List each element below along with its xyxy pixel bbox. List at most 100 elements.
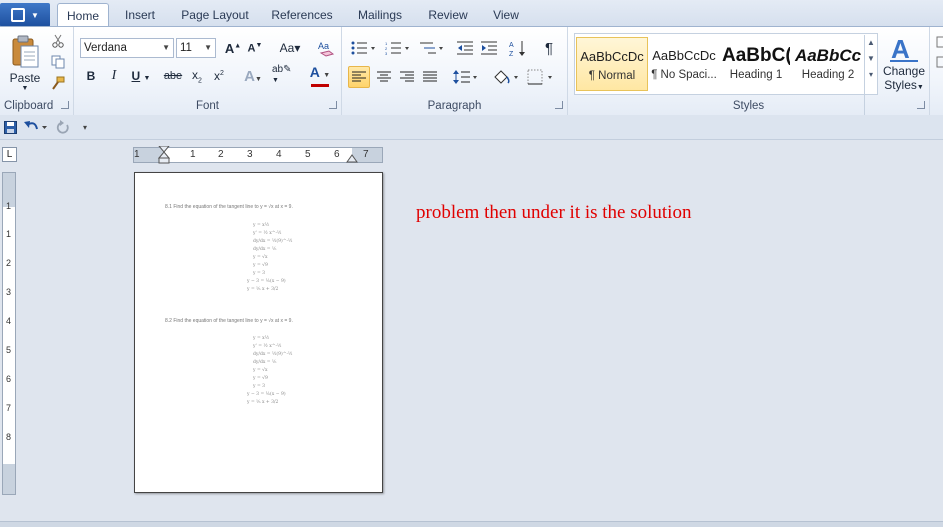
change-case-button[interactable]: Aa▾ (276, 39, 304, 57)
tab-page-layout[interactable]: Page Layout (176, 5, 254, 26)
solution-line: y' = ½ x^-½ (253, 344, 282, 349)
status-bar (0, 521, 943, 527)
format-painter-button[interactable] (50, 75, 66, 91)
tab-insert[interactable]: Insert (116, 5, 164, 26)
italic-button[interactable]: I (105, 67, 123, 85)
more-styles-icon[interactable]: ▾ (865, 67, 877, 83)
text-effects-icon: A▼ (244, 67, 262, 85)
change-styles-label-2: Styles▼ (884, 78, 924, 92)
align-left-icon (352, 71, 366, 82)
dialog-launcher-icon[interactable] (329, 101, 337, 109)
document-page[interactable]: 8.1 Find the equation of the tangent lin… (134, 172, 383, 493)
style-heading-1[interactable]: AaBbC( Heading 1 (720, 37, 792, 91)
strikethrough-button[interactable]: abe (162, 67, 184, 85)
ruler-number: 7 (6, 403, 12, 413)
style-heading-2-name: Heading 2 (801, 69, 855, 81)
style-heading-2[interactable]: AaBbCc Heading 2 (792, 37, 864, 91)
multilevel-list-button[interactable] (418, 39, 446, 57)
paste-button[interactable]: Paste ▼ (6, 31, 44, 95)
font-color-button[interactable]: A ▼ (306, 65, 334, 87)
chevron-down-icon[interactable]: ▼ (865, 51, 877, 67)
tab-view[interactable]: View (486, 5, 526, 26)
ribbon: Paste ▼ Clipboard Verdana ▼ 11 ▼ A▲ A▼ A… (0, 26, 943, 116)
dialog-launcher-icon[interactable] (555, 101, 563, 109)
decrease-indent-button[interactable] (456, 39, 474, 57)
clipboard-group: Paste ▼ Clipboard (0, 27, 74, 115)
sort-icon: AZ (509, 41, 525, 57)
borders-button[interactable] (526, 67, 556, 87)
align-center-button[interactable] (374, 67, 394, 87)
tab-review[interactable]: Review (422, 5, 474, 26)
ruler-number: 3 (6, 287, 12, 297)
solution-line: y = √x (253, 255, 268, 260)
solution-line: dy/dx = ½(9)^-½ (253, 239, 293, 244)
chevron-down-icon: ▼ (162, 43, 170, 52)
office-button[interactable]: ▼ (0, 3, 50, 27)
tab-references[interactable]: References (266, 5, 338, 26)
shrink-font-button[interactable]: A▼ (246, 39, 264, 57)
font-size-combo[interactable]: 11 ▼ (176, 38, 216, 58)
font-name-combo[interactable]: Verdana ▼ (80, 38, 174, 58)
highlighter-icon: ab✎ ▼ (272, 63, 292, 84)
paintbrush-icon (52, 76, 65, 90)
font-name-value: Verdana (84, 42, 127, 54)
tab-home[interactable]: Home (57, 3, 109, 27)
style-no-spacing[interactable]: AaBbCcDc ¶ No Spaci... (648, 37, 720, 91)
chevron-up-icon[interactable]: ▲ (865, 35, 877, 51)
bullets-button[interactable] (350, 39, 378, 57)
underline-button[interactable]: U ▼ (128, 67, 154, 85)
highlight-button[interactable]: ab✎ ▼ (272, 63, 300, 87)
indent-marker-icon[interactable] (158, 146, 170, 164)
svg-text:Aa: Aa (318, 41, 329, 51)
change-styles-button[interactable]: A Change Styles▼ (882, 31, 926, 95)
customize-qat-button[interactable]: ▾ (78, 119, 92, 135)
font-size-value: 11 (180, 42, 192, 54)
style-normal-sample: AaBbCcDc (580, 49, 644, 64)
tab-mailings[interactable]: Mailings (350, 5, 410, 26)
ruler-number: 6 (6, 374, 12, 384)
solution-line: y − 3 = ⅙(x − 9) (247, 392, 286, 397)
numbering-button[interactable]: 123 (384, 39, 412, 57)
style-no-spacing-sample: AaBbCcDc (652, 48, 716, 63)
subscript-button[interactable]: x2 (188, 67, 206, 85)
solution-line: dy/dx = ½(9)^-½ (253, 352, 293, 357)
increase-indent-button[interactable] (480, 39, 498, 57)
problem-2-text: 8.2 Find the equation of the tangent lin… (165, 318, 293, 324)
decrease-indent-icon (457, 41, 473, 55)
line-spacing-button[interactable] (452, 67, 480, 87)
bold-button[interactable]: B (82, 67, 100, 85)
grow-font-button[interactable]: A▲ (224, 39, 242, 57)
solution-line: y = ⅙ x + 3/2 (247, 400, 279, 405)
align-left-button[interactable] (348, 66, 370, 88)
superscript-button[interactable]: x2 (210, 67, 228, 85)
style-normal[interactable]: AaBbCcDc ¶ Normal (576, 37, 648, 91)
dialog-launcher-icon[interactable] (61, 101, 69, 109)
redo-button[interactable] (55, 119, 71, 135)
cut-button[interactable] (50, 33, 66, 49)
justify-icon (423, 71, 437, 82)
align-right-button[interactable] (397, 67, 417, 87)
svg-text:A: A (891, 34, 910, 64)
copy-button[interactable] (50, 54, 66, 70)
shading-button[interactable] (492, 67, 522, 87)
ruler-number: 5 (6, 345, 12, 355)
tab-selector[interactable]: L (2, 147, 17, 162)
right-indent-marker-icon[interactable] (346, 152, 358, 164)
text-effects-button[interactable]: A▼ (240, 67, 266, 85)
sort-button[interactable]: AZ (508, 38, 528, 58)
dialog-launcher-icon[interactable] (917, 101, 925, 109)
save-button[interactable] (3, 120, 17, 134)
bold-icon: B (86, 69, 96, 83)
font-color-swatch (311, 84, 329, 87)
clear-formatting-button[interactable]: Aa (316, 38, 336, 58)
justify-button[interactable] (420, 67, 440, 87)
chevron-down-icon: ▼ (21, 84, 29, 92)
show-formatting-button[interactable]: ¶ (540, 39, 558, 57)
increase-indent-icon (481, 41, 497, 55)
chevron-down-icon: ▼ (204, 43, 212, 52)
undo-button[interactable] (22, 119, 50, 135)
vertical-ruler[interactable]: 1 1 2 3 4 5 6 7 8 (2, 172, 16, 495)
horizontal-ruler[interactable]: 1 1 2 3 4 5 6 7 (133, 146, 383, 164)
paste-icon (12, 35, 39, 67)
solution-line: y = 3 (253, 271, 266, 276)
